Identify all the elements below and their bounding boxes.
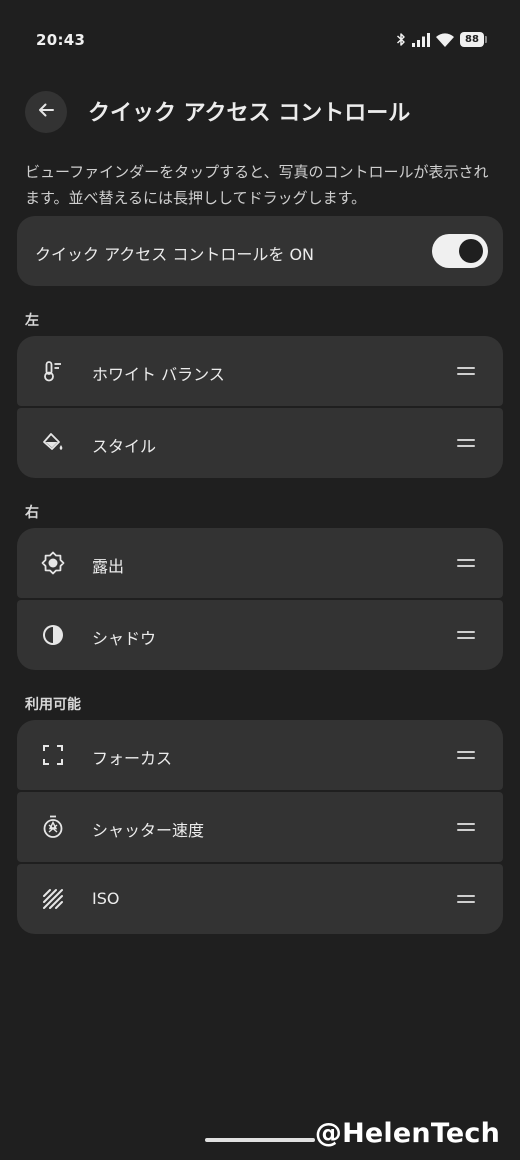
drag-handle-icon[interactable] bbox=[457, 438, 475, 448]
signal-icon bbox=[412, 32, 430, 47]
section-label-left: 左 bbox=[25, 313, 39, 329]
battery-icon: 88 bbox=[460, 32, 487, 47]
status-bar: 20:43 88 bbox=[0, 0, 520, 84]
control-item-label: フォーカス bbox=[92, 749, 173, 768]
switch-thumb bbox=[459, 239, 483, 263]
shutter-speed-icon bbox=[41, 815, 65, 839]
drag-handle-icon[interactable] bbox=[457, 630, 475, 640]
quick-access-switch[interactable] bbox=[432, 234, 488, 268]
group-right: 露出 シャドウ bbox=[17, 528, 503, 670]
bluetooth-icon bbox=[396, 32, 406, 47]
control-item-shutter-speed[interactable]: シャッター速度 bbox=[17, 792, 503, 862]
control-item-iso[interactable]: ISO bbox=[17, 864, 503, 934]
section-label-right: 右 bbox=[25, 505, 39, 521]
watermark: @HelenTech bbox=[314, 1118, 500, 1149]
thermometer-icon bbox=[41, 359, 65, 383]
back-button[interactable] bbox=[25, 91, 67, 133]
gesture-navigation-bar[interactable] bbox=[205, 1138, 315, 1142]
control-item-exposure[interactable]: 露出 bbox=[17, 528, 503, 598]
group-available: フォーカス シャッター速度 ISO bbox=[17, 720, 503, 934]
brightness-icon bbox=[41, 551, 65, 575]
control-item-label: 露出 bbox=[92, 557, 125, 576]
wifi-icon bbox=[436, 32, 454, 47]
status-icons: 88 bbox=[396, 32, 487, 47]
arrow-left-icon bbox=[37, 101, 55, 123]
control-item-label: シャドウ bbox=[92, 629, 157, 648]
contrast-icon bbox=[41, 623, 65, 647]
control-item-focus[interactable]: フォーカス bbox=[17, 720, 503, 790]
drag-handle-icon[interactable] bbox=[457, 750, 475, 760]
drag-handle-icon[interactable] bbox=[457, 558, 475, 568]
page-title: クイック アクセス コントロール bbox=[88, 101, 411, 126]
control-item-label: ISO bbox=[92, 889, 120, 908]
drag-handle-icon[interactable] bbox=[457, 366, 475, 376]
group-left: ホワイト バランス スタイル bbox=[17, 336, 503, 478]
control-item-shadow[interactable]: シャドウ bbox=[17, 600, 503, 670]
drag-handle-icon[interactable] bbox=[457, 822, 475, 832]
quick-access-toggle-label: クイック アクセス コントロールを ON bbox=[35, 245, 315, 264]
drag-handle-icon[interactable] bbox=[457, 894, 475, 904]
paint-bucket-icon bbox=[41, 431, 65, 455]
status-time: 20:43 bbox=[36, 31, 86, 49]
focus-frame-icon bbox=[41, 743, 65, 767]
control-item-white-balance[interactable]: ホワイト バランス bbox=[17, 336, 503, 406]
description-text: ビューファインダーをタップすると、写真のコントロールが表示されます。並べ替えるに… bbox=[25, 163, 489, 207]
control-item-label: スタイル bbox=[92, 437, 157, 456]
control-item-label: ホワイト バランス bbox=[92, 365, 225, 384]
control-item-label: シャッター速度 bbox=[92, 821, 205, 840]
section-label-available: 利用可能 bbox=[25, 697, 81, 713]
control-item-style[interactable]: スタイル bbox=[17, 408, 503, 478]
quick-access-toggle-row[interactable]: クイック アクセス コントロールを ON bbox=[17, 216, 503, 286]
iso-grain-icon bbox=[41, 887, 65, 911]
